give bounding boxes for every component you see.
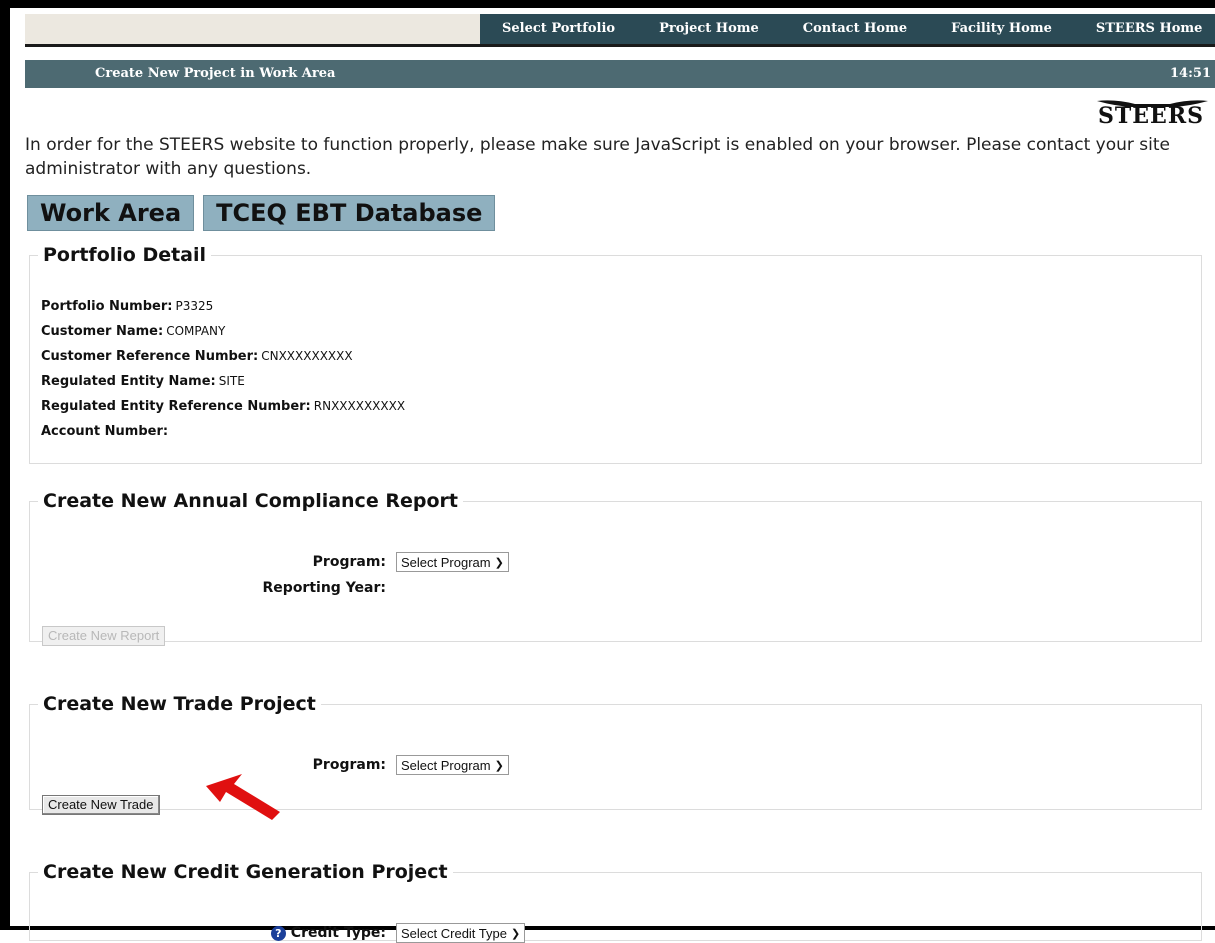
credit-type-label-wrap: ? Credit Type: (226, 925, 386, 941)
credit-type-select[interactable]: Select Credit Type ❯ (396, 923, 526, 943)
credit-generation-title: Create New Credit Generation Project (43, 861, 448, 883)
nav-select-portfolio[interactable]: Select Portfolio (480, 14, 637, 44)
credit-type-label: Credit Type: (290, 925, 386, 941)
steers-logo: STEERS (1095, 97, 1210, 131)
annual-compliance-section: Create New Annual Compliance Report Prog… (29, 490, 1202, 646)
account-number-label: Account Number: (41, 424, 169, 439)
trade-program-value: Select Program (401, 757, 491, 773)
area-tabs: Work Area TCEQ EBT Database (27, 195, 496, 231)
nav-project-home[interactable]: Project Home (637, 14, 781, 44)
annual-program-label: Program: (312, 554, 386, 570)
portfolio-detail-title: Portfolio Detail (43, 244, 207, 266)
chevron-down-icon: ❯ (510, 927, 521, 940)
portfolio-number-row: Portfolio Number: P3325 (41, 294, 405, 319)
regulated-entity-name-row: Regulated Entity Name: SITE (41, 369, 405, 394)
portfolio-number-label: Portfolio Number: (41, 299, 173, 314)
customer-reference-row: Customer Reference Number: CNXXXXXXXXX (41, 344, 405, 369)
customer-name-row: Customer Name: COMPANY (41, 319, 405, 344)
window-frame-left (0, 0, 10, 930)
regulated-entity-reference-label: Regulated Entity Reference Number: (41, 399, 311, 414)
top-nav: Select Portfolio Project Home Contact Ho… (480, 14, 1215, 44)
credit-generation-section: Create New Credit Generation Project ? Cr… (29, 861, 1202, 943)
create-new-report-button[interactable]: Create New Report (42, 626, 166, 646)
nav-facility-home[interactable]: Facility Home (929, 14, 1074, 44)
regulated-entity-name-value: SITE (218, 374, 245, 388)
annual-program-row: Program: Select Program ❯ (226, 552, 509, 572)
portfolio-number-value: P3325 (175, 299, 214, 313)
nav-steers-home[interactable]: STEERS Home (1074, 14, 1215, 44)
page-title-bar: Create New Project in Work Area 14:51 (25, 60, 1215, 88)
reporting-year-label: Reporting Year: (262, 580, 386, 596)
customer-name-label: Customer Name: (41, 324, 164, 339)
javascript-notice: In order for the STEERS website to funct… (25, 135, 1171, 179)
top-bar: Select Portfolio Project Home Contact Ho… (25, 14, 1215, 47)
customer-reference-label: Customer Reference Number: (41, 349, 259, 364)
regulated-entity-reference-value: RNXXXXXXXXX (313, 399, 406, 413)
steers-logo-text: STEERS (1098, 103, 1204, 129)
help-icon[interactable]: ? (270, 926, 286, 941)
nav-contact-home[interactable]: Contact Home (781, 14, 929, 44)
top-bar-rule (25, 44, 1215, 47)
regulated-entity-name-label: Regulated Entity Name: (41, 374, 216, 389)
window-frame-top (0, 0, 1215, 8)
trade-program-select[interactable]: Select Program ❯ (396, 755, 509, 775)
top-bar-blank (25, 14, 480, 44)
account-number-row: Account Number: (41, 419, 405, 444)
credit-type-row: ? Credit Type: Select Credit Type ❯ (226, 923, 526, 943)
page-title: Create New Project in Work Area (95, 66, 336, 81)
create-new-trade-button[interactable]: Create New Trade (42, 795, 160, 815)
tab-tceq-ebt-database[interactable]: TCEQ EBT Database (203, 195, 496, 231)
chevron-down-icon: ❯ (494, 759, 504, 772)
credit-type-value: Select Credit Type (401, 925, 507, 941)
annual-program-value: Select Program (401, 554, 491, 570)
annual-compliance-title: Create New Annual Compliance Report (43, 490, 458, 512)
tab-work-area[interactable]: Work Area (27, 195, 195, 231)
red-arrow-icon (206, 774, 280, 820)
customer-name-value: COMPANY (166, 324, 226, 338)
regulated-entity-reference-row: Regulated Entity Reference Number: RNXXXX… (41, 394, 405, 419)
clock-time: 14:51 (1170, 66, 1211, 81)
trade-program-label: Program: (312, 757, 386, 773)
annual-program-select[interactable]: Select Program ❯ (396, 552, 509, 572)
chevron-down-icon: ❯ (494, 556, 504, 569)
trade-project-title: Create New Trade Project (43, 693, 316, 715)
portfolio-detail-section: Portfolio Detail Portfolio Number: P3325 … (29, 244, 1202, 464)
customer-reference-value: CNXXXXXXXXX (261, 349, 353, 363)
annual-year-row: Reporting Year: (226, 580, 396, 596)
portfolio-detail-list: Portfolio Number: P3325 Customer Name: COM… (41, 294, 405, 444)
